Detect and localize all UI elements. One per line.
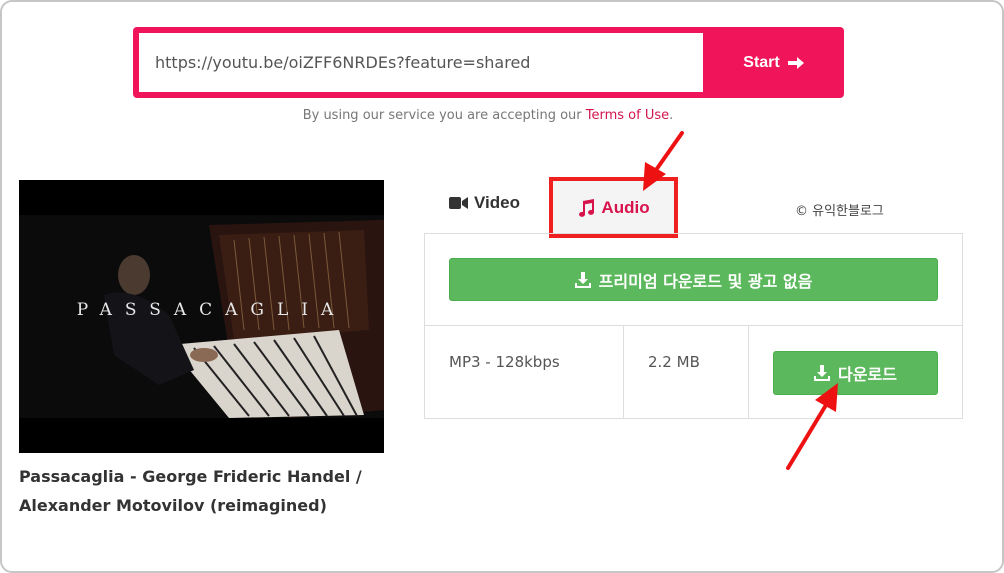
video-thumbnail[interactable]: PASSACAGLIA (19, 180, 384, 453)
terms-prefix: By using our service you are accepting o… (302, 108, 586, 123)
download-button[interactable]: 다운로드 (773, 351, 938, 395)
download-button-label: 다운로드 (838, 365, 897, 384)
column-divider (623, 326, 624, 419)
arrow-right-icon (787, 56, 804, 69)
audio-format-cell: MP3 - 128kbps (449, 353, 560, 371)
file-size-cell: 2.2 MB (648, 353, 700, 371)
url-input[interactable] (139, 33, 703, 92)
start-button-label: Start (743, 53, 780, 71)
tab-audio-label: Audio (601, 197, 650, 217)
tab-video[interactable]: Video (449, 193, 520, 213)
terms-suffix: . (669, 108, 674, 123)
start-button[interactable]: Start (703, 27, 844, 98)
video-camera-icon (449, 197, 468, 209)
tab-video-label: Video (474, 193, 520, 212)
download-icon (814, 365, 831, 381)
premium-download-button[interactable]: 프리미엄 다운로드 및 광고 없음 (449, 258, 938, 301)
column-divider (748, 326, 749, 419)
download-icon (574, 271, 591, 288)
tab-audio[interactable]: Audio (549, 177, 678, 238)
terms-of-use-link[interactable]: Terms of Use (586, 108, 669, 123)
music-note-icon (579, 198, 595, 217)
premium-download-label: 프리미엄 다운로드 및 광고 없음 (598, 271, 813, 291)
url-bar: Start (133, 27, 844, 98)
terms-notice: By using our service you are accepting o… (0, 108, 976, 123)
video-title: Passacaglia - George Frideric Handel / A… (19, 467, 362, 515)
blog-watermark: © 유익한블로그 (795, 204, 884, 219)
thumbnail-caption: PASSACAGLIA (76, 300, 347, 320)
table-divider (424, 325, 963, 326)
